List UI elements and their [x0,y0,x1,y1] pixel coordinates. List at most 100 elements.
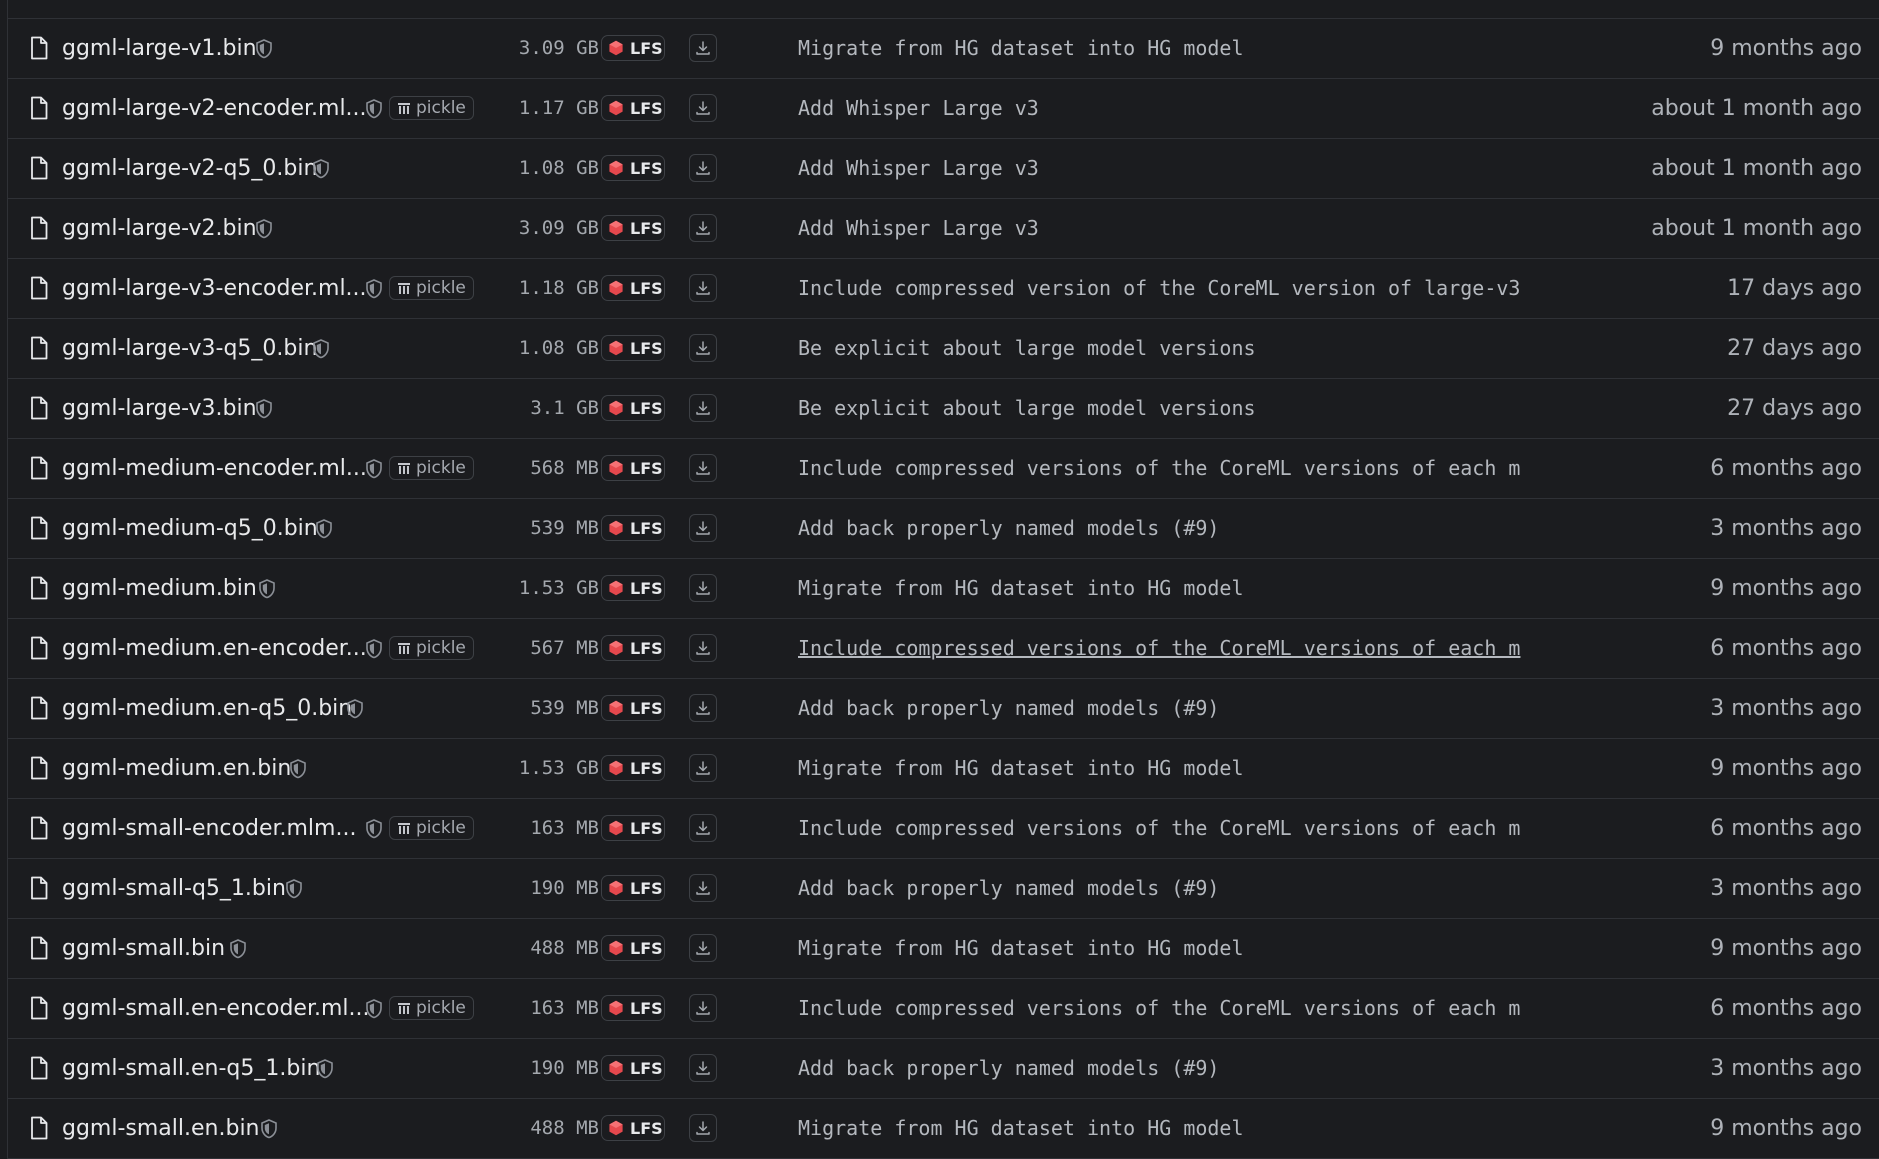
commit-message-link[interactable]: Migrate from HG dataset into HG model [798,559,1558,618]
commit-message-link[interactable]: Add Whisper Large v3 [798,139,1558,198]
file-name-link[interactable]: ggml-small.bin [62,919,225,978]
download-button[interactable] [689,394,717,422]
commit-message-link[interactable]: Migrate from HG dataset into HG model [798,739,1558,798]
commit-message-link[interactable]: Add back properly named models (#9) [798,859,1558,918]
lfs-icon [609,760,623,776]
shield-check-icon[interactable] [312,339,330,359]
pickle-label: pickle [416,638,466,658]
file-name-link[interactable]: ggml-medium-encoder.ml... [62,439,367,498]
shield-check-icon[interactable] [285,879,303,899]
file-name-link[interactable]: ggml-medium.en.bin [62,739,291,798]
file-name-link[interactable]: ggml-large-v3-q5_0.bin [62,319,317,378]
pickle-badge[interactable]: pickle [389,276,474,300]
file-name-link[interactable]: ggml-large-v2.bin [62,199,257,258]
shield-check-icon[interactable] [255,39,273,59]
file-row: ggml-small.en.bin 488 MB LFS Migrate fro… [8,1099,1879,1159]
download-button[interactable] [689,34,717,62]
shield-check-icon[interactable] [365,459,383,479]
commit-date: 3 months ago [1710,516,1862,541]
download-button[interactable] [689,574,717,602]
file-name-link[interactable]: ggml-large-v3-encoder.ml... [62,259,367,318]
shield-check-icon[interactable] [365,99,383,119]
commit-message-link[interactable]: Migrate from HG dataset into HG model [798,919,1558,978]
download-button[interactable] [689,994,717,1022]
download-button[interactable] [689,814,717,842]
commit-message-link[interactable]: Include compressed versions of the CoreM… [798,799,1558,858]
commit-message-link[interactable]: Add back properly named models (#9) [798,679,1558,738]
shield-check-icon[interactable] [258,579,276,599]
shield-check-icon[interactable] [316,1059,334,1079]
file-name-link[interactable]: ggml-medium-q5_0.bin [62,499,318,558]
download-button[interactable] [689,1114,717,1142]
pickle-badge[interactable]: pickle [389,636,474,660]
commit-message-link[interactable]: Be explicit about large model versions [798,379,1558,438]
shield-check-icon[interactable] [365,999,383,1019]
pickle-badge[interactable]: pickle [389,456,474,480]
shield-check-icon[interactable] [312,159,330,179]
file-name-link[interactable]: ggml-small-q5_1.bin [62,859,286,918]
download-button[interactable] [689,214,717,242]
lfs-badge: LFS [601,1115,665,1141]
commit-message-link[interactable]: Include compressed versions of the CoreM… [798,619,1558,678]
file-name-link[interactable]: ggml-large-v3.bin [62,379,257,438]
commit-message-link[interactable]: Include compressed version of the CoreML… [798,259,1558,318]
download-button[interactable] [689,154,717,182]
commit-message-link[interactable]: Be explicit about large model versions [798,319,1558,378]
commit-message-link[interactable]: Migrate from HG dataset into HG model [798,19,1558,78]
download-button[interactable] [689,694,717,722]
commit-message-link[interactable]: Add Whisper Large v3 [798,79,1558,138]
file-icon [29,276,49,300]
file-name-link[interactable]: ggml-small-encoder.mlm... [62,799,356,858]
shield-check-icon[interactable] [365,639,383,659]
lfs-badge: LFS [601,755,665,781]
file-name-link[interactable]: ggml-large-v2-q5_0.bin [62,139,317,198]
pickle-icon [398,463,410,474]
commit-date: 9 months ago [1710,936,1862,961]
commit-message-link[interactable]: Include compressed versions of the CoreM… [798,979,1558,1038]
download-button[interactable] [689,634,717,662]
download-icon [696,281,710,295]
commit-message-link[interactable]: Include compressed versions of the CoreM… [798,439,1558,498]
download-icon [696,641,710,655]
download-button[interactable] [689,274,717,302]
shield-check-icon[interactable] [289,759,307,779]
file-name-link[interactable]: ggml-large-v2-encoder.ml... [62,79,367,138]
commit-message-link[interactable]: Add Whisper Large v3 [798,199,1558,258]
download-button[interactable] [689,754,717,782]
file-name-link[interactable]: ggml-small.en-q5_1.bin [62,1039,320,1098]
download-button[interactable] [689,514,717,542]
file-name-link[interactable]: ggml-small.en-encoder.ml... [62,979,370,1038]
commit-message-link[interactable]: Add back properly named models (#9) [798,499,1558,558]
pickle-badge[interactable]: pickle [389,96,474,120]
file-name-link[interactable]: ggml-medium.bin [62,559,257,618]
download-button[interactable] [689,94,717,122]
lfs-label: LFS [630,818,663,838]
download-button[interactable] [689,454,717,482]
pickle-badge[interactable]: pickle [389,996,474,1020]
shield-check-icon[interactable] [260,1119,278,1139]
file-name-link[interactable]: ggml-large-v1.bin [62,19,257,78]
shield-check-icon[interactable] [255,399,273,419]
shield-check-icon[interactable] [255,219,273,239]
lfs-icon [609,220,623,236]
download-button[interactable] [689,1054,717,1082]
lfs-label: LFS [630,518,663,538]
download-icon [696,701,710,715]
pickle-badge[interactable]: pickle [389,816,474,840]
file-row: ggml-large-v3-encoder.ml... pickle 1.18 … [8,259,1879,319]
shield-check-icon[interactable] [365,819,383,839]
file-size: 539 MB [530,517,599,539]
download-button[interactable] [689,934,717,962]
shield-check-icon[interactable] [365,279,383,299]
download-icon [696,1121,710,1135]
download-button[interactable] [689,874,717,902]
shield-check-icon[interactable] [229,939,247,959]
shield-check-icon[interactable] [315,519,333,539]
commit-message-link[interactable]: Add back properly named models (#9) [798,1039,1558,1098]
file-name-link[interactable]: ggml-medium.en-q5_0.bin [62,679,352,738]
file-name-link[interactable]: ggml-medium.en-encoder... [62,619,367,678]
shield-check-icon[interactable] [346,699,364,719]
file-name-link[interactable]: ggml-large-v1.bin [62,0,257,18]
file-size: 1.17 GB [518,97,599,119]
download-button[interactable] [689,334,717,362]
